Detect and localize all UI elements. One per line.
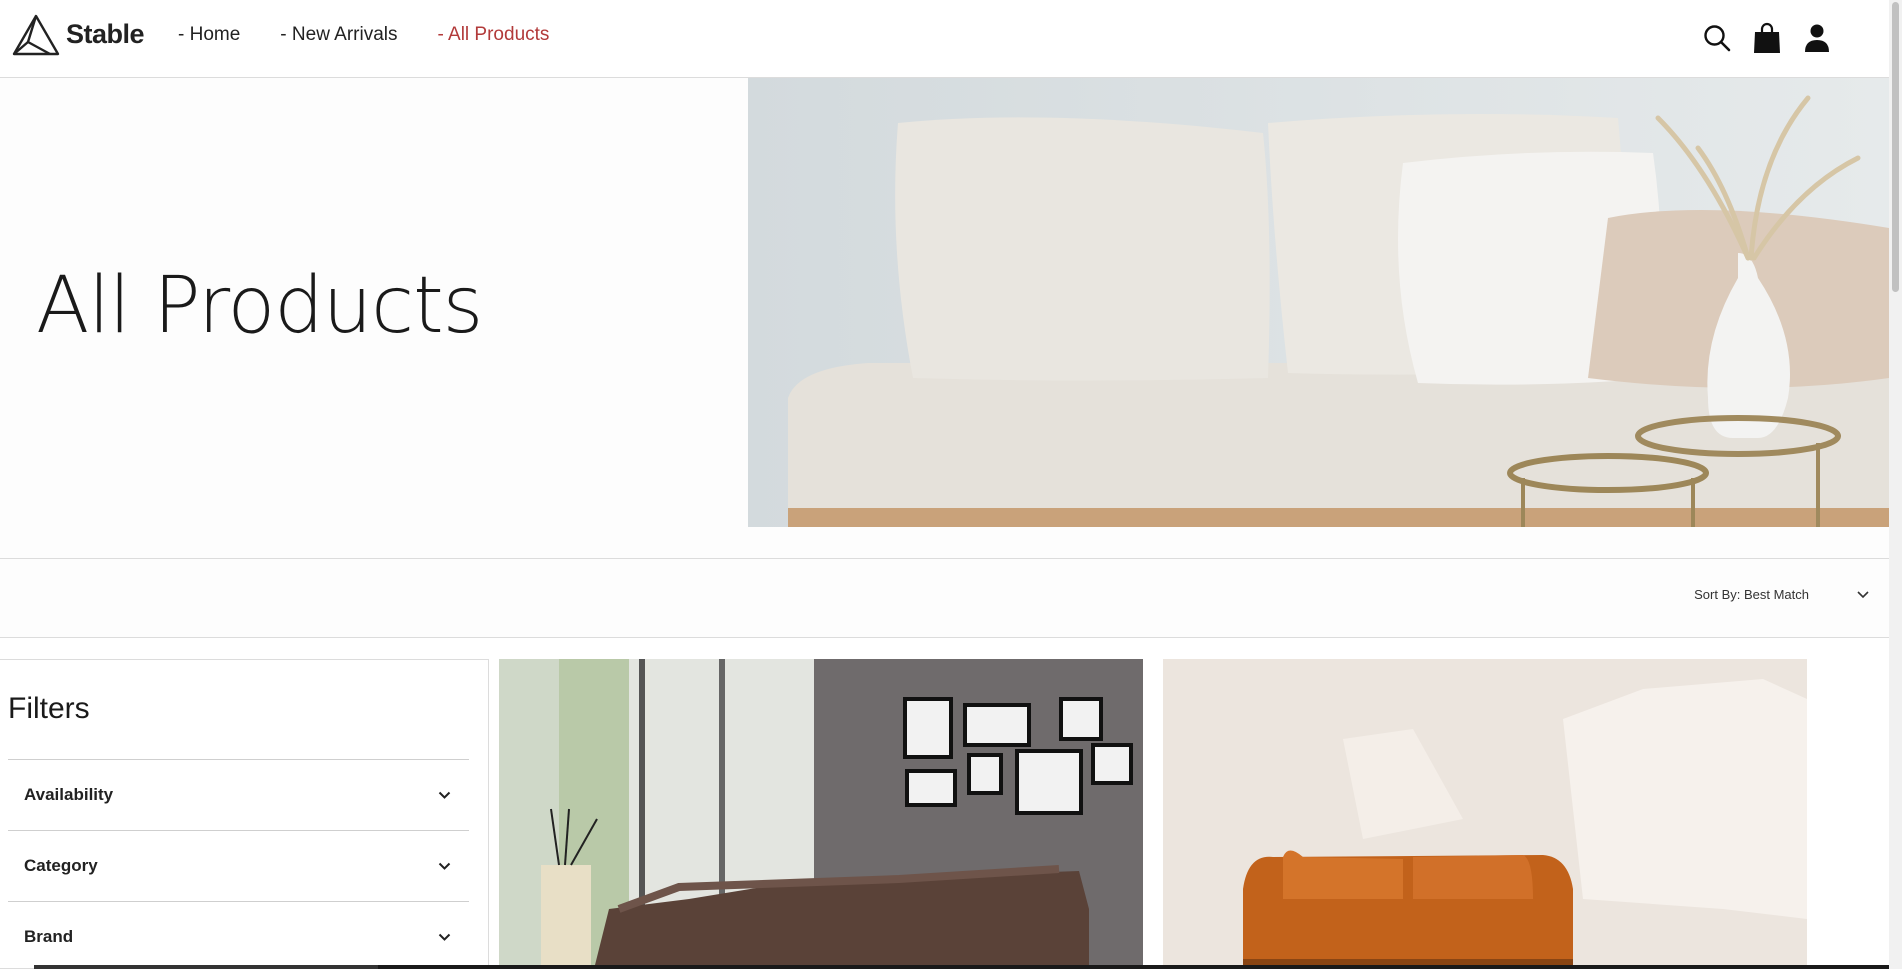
chevron-down-icon bbox=[1857, 590, 1869, 598]
product-image bbox=[499, 659, 1143, 969]
filters-title: Filters bbox=[8, 692, 90, 725]
sort-dropdown[interactable]: Sort By: Best Match bbox=[1694, 587, 1869, 602]
account-button[interactable] bbox=[1801, 20, 1833, 56]
site-header: Stable - Home - New Arrivals - All Produ… bbox=[0, 0, 1889, 78]
hero-image bbox=[748, 78, 1889, 527]
filter-brand[interactable]: Brand bbox=[8, 901, 469, 969]
filters-panel: Filters Availability Category Brand bbox=[0, 659, 489, 969]
filter-category[interactable]: Category bbox=[8, 830, 469, 901]
search-button[interactable] bbox=[1701, 20, 1733, 56]
product-image bbox=[1163, 659, 1807, 969]
sofa-illustration bbox=[748, 78, 1889, 527]
filter-label: Brand bbox=[24, 927, 74, 946]
nav-home[interactable]: - Home bbox=[178, 24, 240, 46]
logo-icon bbox=[12, 14, 60, 56]
main-nav: - Home - New Arrivals - All Products bbox=[178, 24, 589, 46]
product-card[interactable] bbox=[499, 659, 1143, 969]
shopping-bag-icon bbox=[1754, 22, 1780, 53]
search-icon bbox=[1704, 25, 1731, 52]
header-actions bbox=[1683, 20, 1833, 56]
nav-new-arrivals[interactable]: - New Arrivals bbox=[280, 24, 397, 46]
cart-button[interactable] bbox=[1751, 20, 1783, 56]
sort-label: Sort By: Best Match bbox=[1694, 587, 1809, 602]
vertical-scrollbar[interactable] bbox=[1889, 0, 1902, 969]
listing-toolbar: Sort By: Best Match bbox=[0, 559, 1889, 638]
chevron-down-icon bbox=[438, 791, 451, 799]
horizontal-scroll-track bbox=[378, 965, 1889, 969]
filter-label: Category bbox=[24, 856, 98, 875]
chevron-down-icon bbox=[438, 933, 451, 941]
nav-all-products[interactable]: - All Products bbox=[437, 24, 549, 46]
chevron-down-icon bbox=[438, 862, 451, 870]
page-title: All Products bbox=[36, 261, 483, 351]
filter-label: Availability bbox=[24, 785, 114, 804]
user-icon bbox=[1805, 24, 1829, 52]
brand-name: Stable bbox=[66, 18, 145, 49]
scrollbar-thumb[interactable] bbox=[1892, 2, 1899, 292]
horizontal-scroll-indicator bbox=[34, 965, 378, 969]
brand-logo[interactable]: Stable bbox=[10, 12, 145, 56]
hero-banner: All Products bbox=[0, 78, 1889, 559]
filter-availability[interactable]: Availability bbox=[8, 759, 469, 830]
product-card[interactable] bbox=[1163, 659, 1807, 969]
